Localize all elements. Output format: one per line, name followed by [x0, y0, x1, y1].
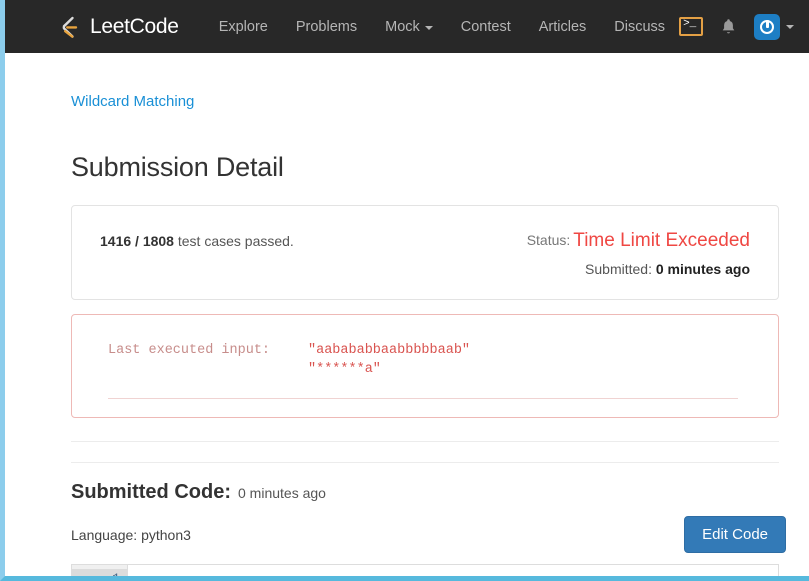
page-title: Submission Detail [71, 152, 284, 182]
test-cases-label: test cases passed. [173, 233, 294, 249]
page-content: Wildcard Matching Submission Detail 1416… [5, 53, 809, 576]
submitted-time: 0 minutes ago [655, 261, 750, 277]
last-executed-input-label: Last executed input: [108, 343, 271, 358]
terminal-icon[interactable] [679, 17, 704, 36]
brand-logo-link[interactable]: LeetCode [57, 14, 179, 40]
status-row: Status: Time Limit Exceeded [527, 230, 750, 252]
nav-item-explore-label: Explore [218, 18, 268, 35]
submitted-code-time: 0 minutes ago [238, 485, 326, 501]
test-cases-passed-count: 1416 [100, 233, 132, 249]
code-lines[interactable]: def test(st,pat): if st=="" and pat=="":… [128, 565, 778, 576]
submitted-row: Submitted: 0 minutes ago [527, 261, 750, 277]
submitted-code-heading: Submitted Code: [71, 481, 231, 503]
submitted-label: Submitted: [585, 261, 652, 277]
language-row: Language: python3 Edit Code [71, 516, 795, 553]
status-label: Status: [526, 232, 571, 248]
nav-item-contest[interactable]: Contest [447, 13, 525, 41]
last-executed-input-panel: Last executed input: "aabababbaabbbbbaab… [71, 314, 779, 418]
content-container: Wildcard Matching Submission Detail 1416… [5, 53, 809, 576]
nav-item-problems-label: Problems [295, 18, 358, 35]
language-label: Language: python3 [71, 526, 191, 543]
panel-inner-divider [108, 398, 738, 399]
nav-item-discuss[interactable]: Discuss [600, 13, 679, 41]
brand-name: LeetCode [90, 14, 179, 38]
breadcrumb-problem-link[interactable]: Wildcard Matching [71, 93, 194, 110]
submitted-code-header: Submitted Code: 0 minutes ago [71, 481, 795, 504]
avatar [754, 13, 781, 40]
status-badge: Time Limit Exceeded [573, 230, 750, 251]
nav-item-articles[interactable]: Articles [525, 13, 601, 41]
navbar-right-actions [679, 13, 802, 40]
chevron-down-icon [786, 24, 795, 29]
last-executed-input-value-1: "aabababbaabbbbbaab" [308, 343, 471, 358]
bell-icon[interactable] [721, 18, 736, 35]
test-cases-summary: 1416 / 1808 test cases passed. [100, 233, 294, 249]
nav-item-articles-label: Articles [538, 18, 587, 35]
chevron-down-icon [424, 25, 433, 30]
code-editor[interactable]: 1 2 3 def test(st,pat): if st=="" and pa… [71, 564, 779, 576]
test-cases-total-count: 1808 [142, 233, 174, 249]
submission-meta: Status: Time Limit Exceeded Submitted: 0 … [527, 230, 750, 277]
section-divider-2 [71, 462, 779, 463]
last-executed-input-row: Last executed input: "aabababbaabbbbbaab… [108, 341, 750, 379]
nav-item-mock[interactable]: Mock [371, 13, 447, 41]
code-line-numbers: 1 2 3 [72, 565, 128, 576]
nav-item-contest-label: Contest [460, 18, 511, 35]
submission-result-panel: 1416 / 1808 test cases passed. Status: Ti… [71, 205, 779, 300]
nav-links: Explore Problems Mock Contest Articles D… [205, 13, 679, 41]
top-navbar: LeetCode Explore Problems Mock Contest A… [5, 0, 809, 53]
last-executed-input-values: "aabababbaabbbbbaab" "******a" [308, 341, 470, 379]
edit-code-button[interactable]: Edit Code [684, 516, 786, 553]
line-number: 1 [72, 569, 127, 576]
nav-item-explore[interactable]: Explore [205, 13, 282, 41]
nav-item-mock-label: Mock [385, 18, 420, 35]
last-executed-input-value-2: "******a" [308, 362, 381, 377]
nav-item-discuss-label: Discuss [614, 18, 666, 35]
section-divider-1 [71, 441, 779, 442]
nav-item-problems[interactable]: Problems [282, 13, 371, 41]
leetcode-logo-icon [57, 14, 83, 40]
user-menu[interactable] [754, 13, 795, 40]
